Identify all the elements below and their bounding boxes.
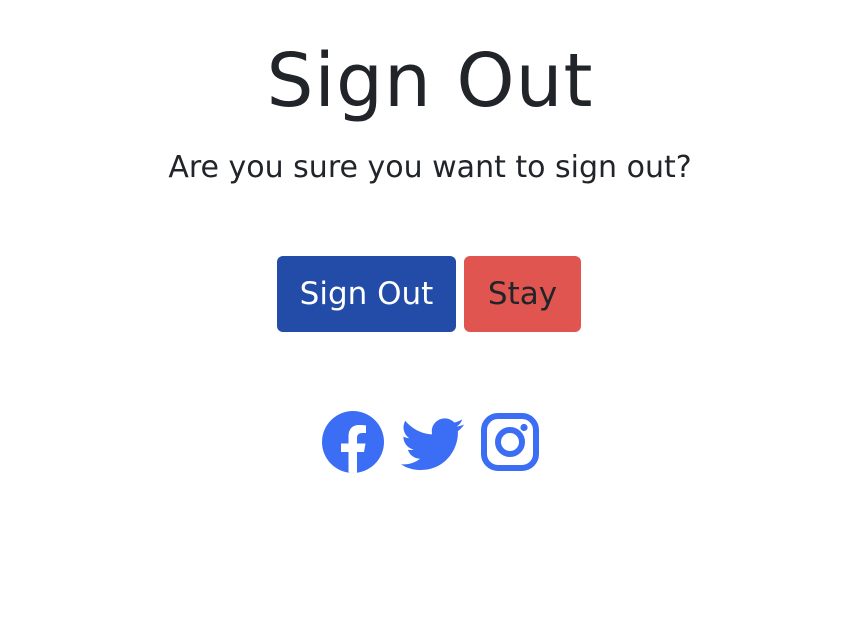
sign-out-page: Sign Out Are you sure you want to sign o… bbox=[0, 0, 860, 641]
facebook-icon bbox=[322, 411, 384, 474]
instagram-link[interactable] bbox=[480, 408, 540, 476]
page-title: Sign Out bbox=[266, 38, 594, 124]
facebook-link[interactable] bbox=[321, 408, 385, 476]
sign-out-button[interactable]: Sign Out bbox=[277, 256, 456, 332]
instagram-icon bbox=[481, 413, 539, 471]
confirmation-message: Are you sure you want to sign out? bbox=[168, 150, 692, 185]
stay-button[interactable]: Stay bbox=[464, 256, 581, 332]
twitter-icon bbox=[400, 418, 464, 470]
twitter-link[interactable] bbox=[400, 408, 466, 476]
